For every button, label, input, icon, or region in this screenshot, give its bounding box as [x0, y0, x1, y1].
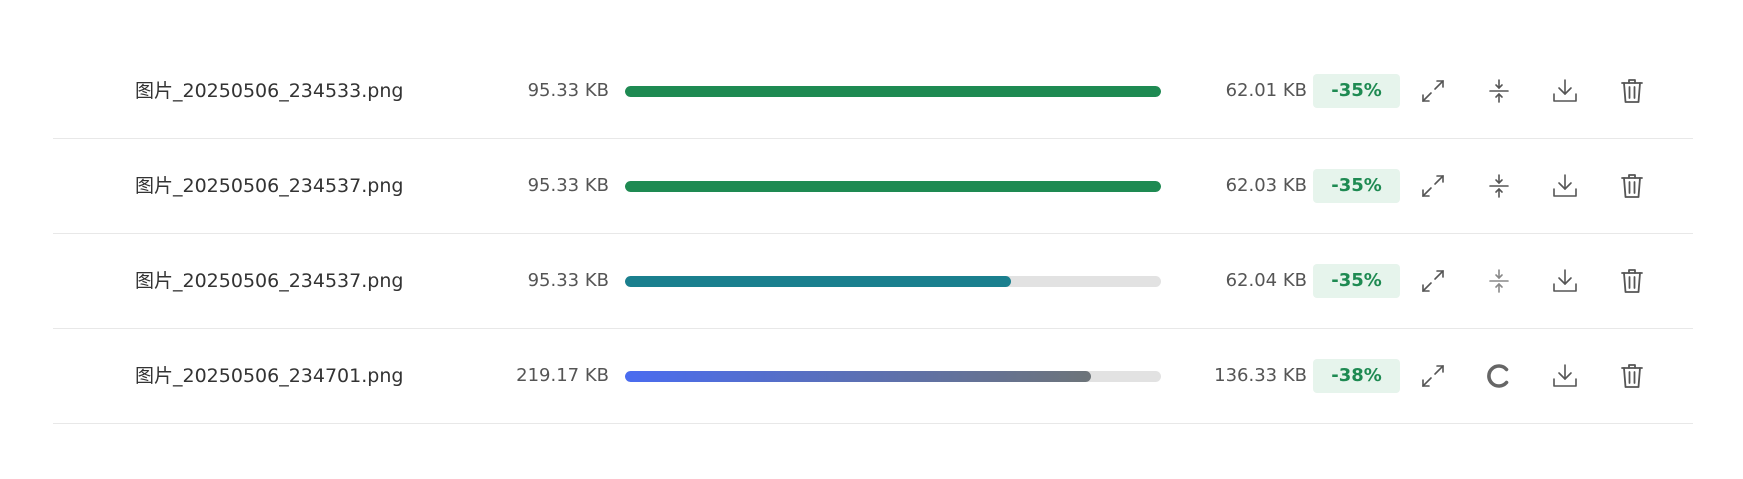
delete-button[interactable]: [1612, 356, 1652, 396]
reduction-badge: -35%: [1313, 264, 1400, 298]
processing-indicator: [1479, 356, 1519, 396]
file-row: 图片_20250506_234537.png 95.33 KB 62.04 KB…: [53, 234, 1693, 329]
trash-icon: [1620, 78, 1644, 104]
original-size: 219.17 KB: [516, 365, 609, 386]
download-button[interactable]: [1545, 71, 1585, 111]
compress-button[interactable]: [1479, 71, 1519, 111]
file-row: 图片_20250506_234533.png 95.33 KB 62.01 KB…: [53, 44, 1693, 139]
reduction-badge: -38%: [1313, 359, 1400, 393]
delete-button[interactable]: [1612, 71, 1652, 111]
download-button[interactable]: [1545, 356, 1585, 396]
trash-icon: [1620, 363, 1644, 389]
expand-button[interactable]: [1413, 356, 1453, 396]
delete-button[interactable]: [1612, 261, 1652, 301]
trash-icon: [1620, 268, 1644, 294]
expand-icon: [1420, 268, 1446, 294]
reduction-badge: -35%: [1313, 74, 1400, 108]
download-icon: [1551, 267, 1579, 295]
download-icon: [1551, 362, 1579, 390]
compress-icon: [1486, 173, 1512, 199]
expand-button[interactable]: [1413, 71, 1453, 111]
delete-button[interactable]: [1612, 166, 1652, 206]
progress-fill: [625, 371, 1092, 382]
trash-icon: [1620, 173, 1644, 199]
file-list: 图片_20250506_234533.png 95.33 KB 62.01 KB…: [53, 44, 1693, 424]
compressed-size: 62.01 KB: [1225, 80, 1307, 101]
compress-button[interactable]: [1479, 261, 1519, 301]
compressed-size: 136.33 KB: [1214, 365, 1307, 386]
loading-spinner-icon: [1486, 363, 1512, 389]
original-size: 95.33 KB: [527, 80, 609, 101]
progress-fill: [625, 276, 1011, 287]
original-size: 95.33 KB: [527, 270, 609, 291]
progress-fill: [625, 181, 1161, 192]
download-icon: [1551, 77, 1579, 105]
expand-button[interactable]: [1413, 166, 1453, 206]
reduction-badge: -35%: [1313, 169, 1400, 203]
download-button[interactable]: [1545, 166, 1585, 206]
progress-bar: [625, 86, 1161, 97]
expand-icon: [1420, 363, 1446, 389]
download-button[interactable]: [1545, 261, 1585, 301]
compress-button[interactable]: [1479, 166, 1519, 206]
compress-icon: [1486, 268, 1512, 294]
expand-button[interactable]: [1413, 261, 1453, 301]
file-row: 图片_20250506_234537.png 95.33 KB 62.03 KB…: [53, 139, 1693, 234]
expand-icon: [1420, 78, 1446, 104]
file-row: 图片_20250506_234701.png 219.17 KB 136.33 …: [53, 329, 1693, 424]
progress-fill: [625, 86, 1161, 97]
expand-icon: [1420, 173, 1446, 199]
progress-bar: [625, 371, 1161, 382]
progress-bar: [625, 181, 1161, 192]
compress-icon: [1486, 78, 1512, 104]
compressed-size: 62.03 KB: [1225, 175, 1307, 196]
download-icon: [1551, 172, 1579, 200]
progress-bar: [625, 276, 1161, 287]
compressed-size: 62.04 KB: [1225, 270, 1307, 291]
original-size: 95.33 KB: [527, 175, 609, 196]
